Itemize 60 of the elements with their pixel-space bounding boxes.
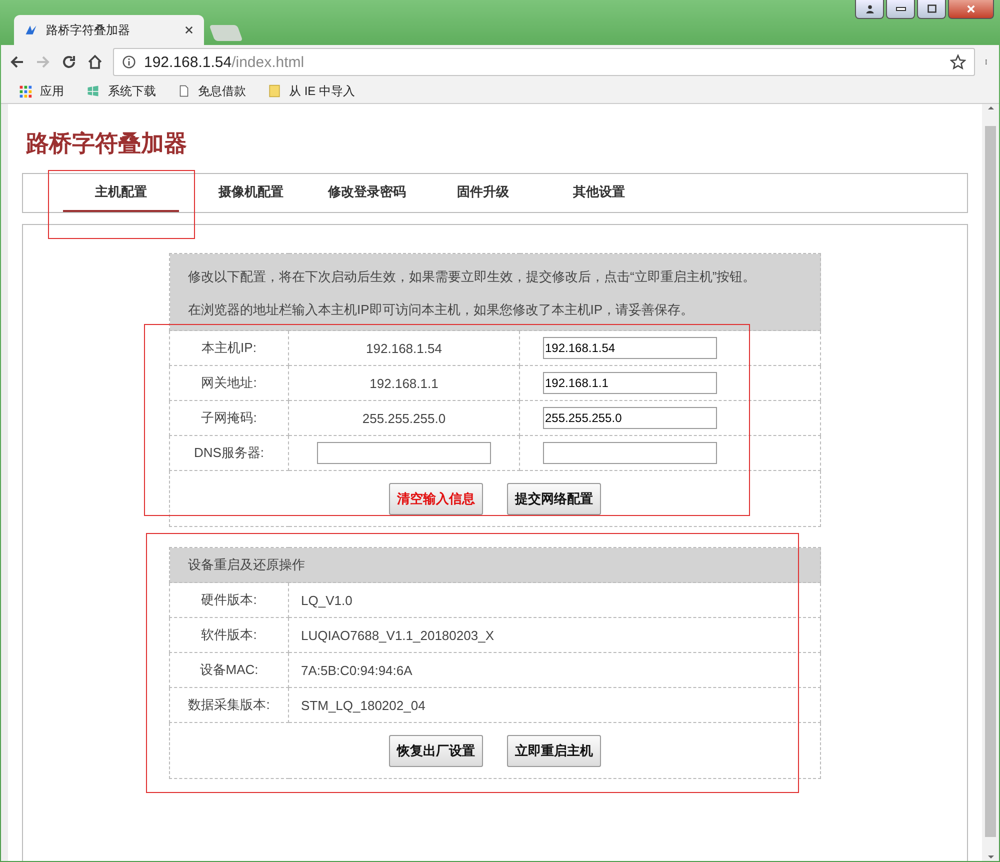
profile-button[interactable] <box>855 0 884 19</box>
page-title: 路桥字符叠加器 <box>25 129 188 158</box>
person-icon <box>864 4 874 14</box>
browser-tab[interactable]: 路桥字符叠加器 <box>14 15 204 45</box>
maximize-icon <box>926 4 936 14</box>
clear-button[interactable]: 清空输入信息 <box>389 482 483 514</box>
current-value: 192.168.1.54 <box>288 330 520 366</box>
input-field[interactable]: 192.168.1.1 <box>543 372 717 394</box>
field-value: LQ_V1.0 <box>288 582 820 618</box>
folder-icon <box>268 84 281 98</box>
url-text: 192.168.1.54/index.html <box>144 54 306 70</box>
up-arrow-icon <box>986 104 994 112</box>
bookmark-link[interactable]: 从 IE 中导入 <box>289 82 356 100</box>
page-icon <box>178 84 190 98</box>
action-button[interactable]: 提交网络配置 <box>507 482 601 514</box>
forward-arrow-icon <box>35 54 51 70</box>
field-label: 设备MAC: <box>170 652 288 688</box>
tab-title: 路桥字符叠加器 <box>46 22 131 38</box>
action-button[interactable]: 恢复出厂设置 <box>389 734 483 766</box>
home-icon <box>87 54 103 70</box>
field-label: 硬件版本: <box>170 582 288 618</box>
field-label: 数据采集版本: <box>170 688 288 722</box>
field-value: STM_LQ_180202_04 <box>288 688 820 722</box>
down-arrow-icon <box>986 853 994 861</box>
field-label: 软件版本: <box>170 618 288 652</box>
input-field[interactable] <box>543 442 717 464</box>
input-field[interactable] <box>317 442 491 464</box>
minimize-button[interactable] <box>886 0 915 19</box>
info-icon <box>122 55 136 69</box>
maximize-button[interactable] <box>917 0 946 19</box>
notice-text: 在浏览器的地址栏输入本主机IP即可访问本主机，如果您修改了本主机IP，请妥善保存。 <box>188 301 695 319</box>
close-button[interactable] <box>948 0 994 19</box>
nav-tab[interactable]: 主机配置 <box>63 174 179 212</box>
action-button[interactable]: 立即重启主机 <box>507 734 601 766</box>
notice-text: 修改以下配置，将在下次启动后生效，如果需要立即生效，提交修改后，点击“立即重启主机”按钮。 <box>188 268 757 286</box>
field-label: 子网掩码: <box>170 400 288 436</box>
apps-grid-icon <box>19 84 32 98</box>
input-field[interactable]: 255.255.255.0 <box>543 407 717 429</box>
reload-icon <box>61 54 77 70</box>
current-value: 255.255.255.0 <box>288 400 520 436</box>
back-arrow-icon <box>9 54 25 70</box>
scrollbar[interactable] <box>982 104 999 861</box>
current-value: 192.168.1.1 <box>288 366 520 400</box>
bookmark-link[interactable]: 应用 <box>40 82 64 100</box>
site-logo-icon <box>24 23 38 37</box>
field-value: 7A:5B:C0:94:94:6A <box>288 652 820 688</box>
bookmark-link[interactable]: 系统下载 <box>108 82 156 100</box>
field-label: DNS服务器: <box>170 436 288 470</box>
field-value: LUQIAO7688_V1.1_20180203_X <box>288 618 820 652</box>
bookmark-link[interactable]: 免息借款 <box>198 82 246 100</box>
address-bar[interactable]: 192.168.1.54/index.html <box>113 48 975 76</box>
input-field[interactable]: 192.168.1.54 <box>543 337 717 359</box>
windows-logo-icon <box>86 84 100 98</box>
minimize-icon <box>896 7 906 11</box>
field-label: 网关地址: <box>170 366 288 400</box>
star-icon <box>950 54 966 70</box>
section-header: 设备重启及还原操作 <box>170 548 820 582</box>
close-icon <box>966 4 976 14</box>
field-label: 本主机IP: <box>170 330 288 366</box>
close-icon <box>184 25 194 35</box>
